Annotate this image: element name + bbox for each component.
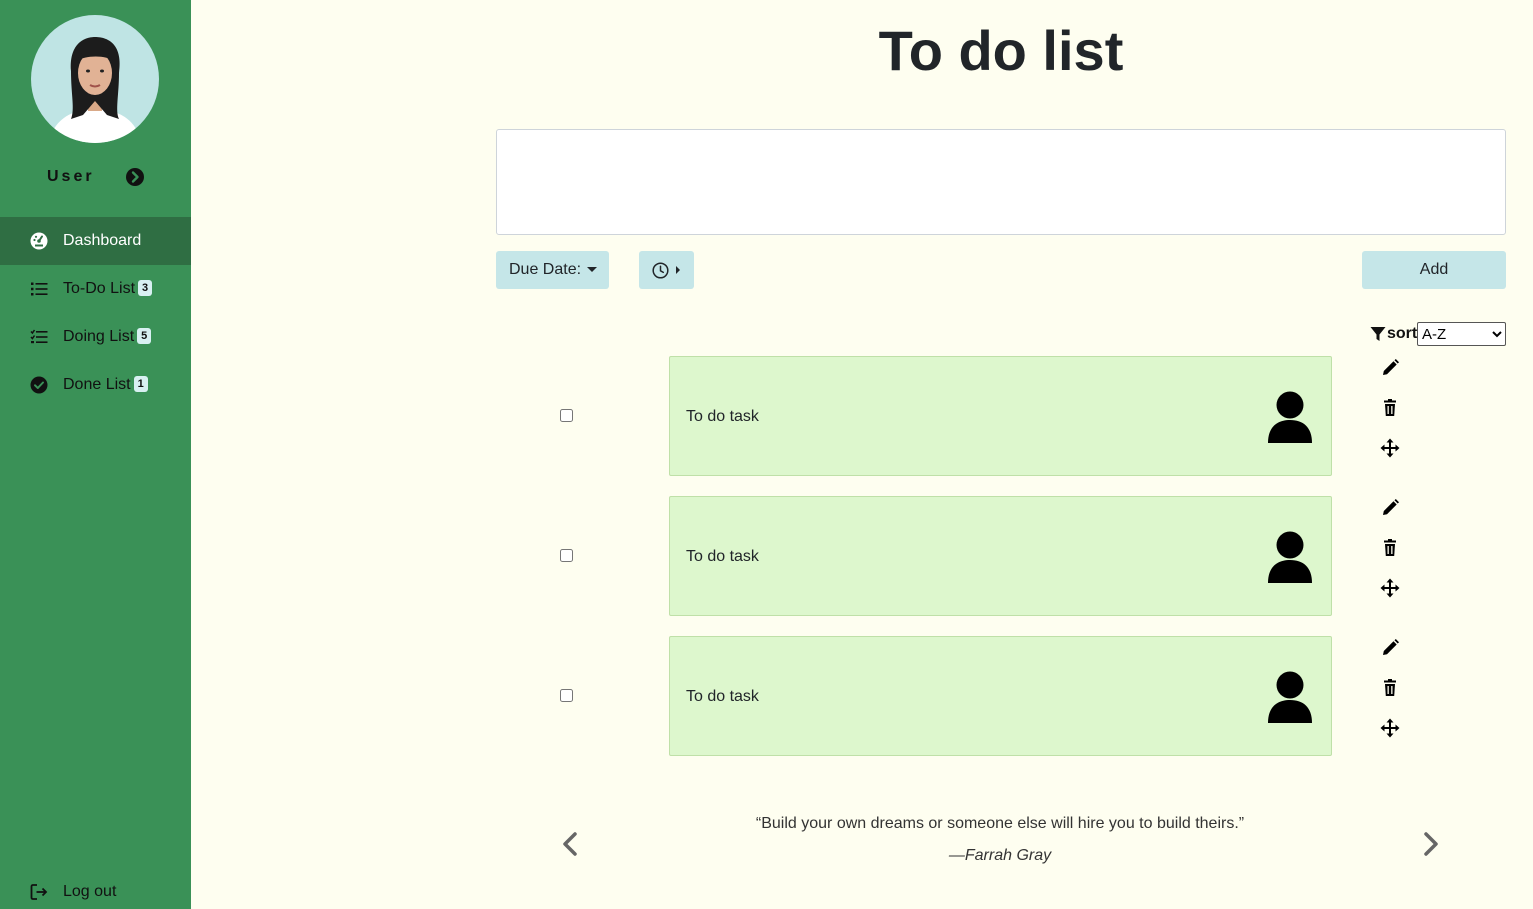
trash-icon[interactable] xyxy=(1380,538,1400,558)
pencil-icon[interactable] xyxy=(1380,358,1400,378)
quote-author: —Farrah Gray xyxy=(948,847,1052,864)
caret-down-icon xyxy=(587,267,597,272)
sidebar-item-dashboard[interactable]: Dashboard xyxy=(0,217,191,265)
clock-icon xyxy=(652,262,669,279)
logout-icon xyxy=(30,883,48,901)
user-avatar xyxy=(31,15,159,143)
carousel-prev-icon[interactable] xyxy=(559,830,583,858)
person-icon xyxy=(1267,671,1313,723)
logout-label: Log out xyxy=(63,883,117,900)
sidebar-item-label: Doing List xyxy=(63,328,135,345)
trash-icon[interactable] xyxy=(1380,678,1400,698)
due-date-label: Due Date: xyxy=(509,261,582,278)
sidebar-item-label: Done List xyxy=(63,376,131,393)
count-badge: 5 xyxy=(137,328,152,344)
filter-icon xyxy=(1370,326,1386,342)
sidebar: User Dashboard To-Do List 3 Doing List 5 D… xyxy=(0,0,191,909)
sidebar-item-doing[interactable]: Doing List 5 xyxy=(0,313,191,361)
task-row: To do task xyxy=(496,356,1506,476)
count-badge: 1 xyxy=(133,376,148,392)
dashboard-gauge-icon xyxy=(30,232,48,250)
sidebar-item-done[interactable]: Done List 1 xyxy=(0,361,191,409)
task-text: To do task xyxy=(686,548,759,565)
task-card[interactable]: To do task xyxy=(669,496,1332,616)
task-row: To do task xyxy=(496,496,1506,616)
user-name: User xyxy=(47,168,95,185)
sort-label: sort xyxy=(1387,325,1418,342)
chevron-right-circle-icon[interactable] xyxy=(126,168,144,186)
sidebar-item-label: Dashboard xyxy=(63,232,142,249)
task-text: To do task xyxy=(686,688,759,705)
task-checkbox[interactable] xyxy=(560,549,573,562)
task-row: To do task xyxy=(496,636,1506,756)
task-text: To do task xyxy=(686,408,759,425)
task-checkbox[interactable] xyxy=(560,689,573,702)
sidebar-item-todo[interactable]: To-Do List 3 xyxy=(0,265,191,313)
pencil-icon[interactable] xyxy=(1380,498,1400,518)
pencil-icon[interactable] xyxy=(1380,638,1400,658)
task-input[interactable] xyxy=(496,129,1506,235)
check-circle-icon xyxy=(30,376,48,394)
task-card[interactable]: To do task xyxy=(669,636,1332,756)
move-arrows-icon[interactable] xyxy=(1380,718,1400,738)
time-picker-button[interactable] xyxy=(639,251,694,289)
page-title: To do list xyxy=(878,19,1124,82)
checklist-icon xyxy=(30,328,48,346)
logout-button[interactable]: Log out xyxy=(0,872,191,904)
user-row: User xyxy=(0,165,191,189)
trash-icon[interactable] xyxy=(1380,398,1400,418)
list-icon xyxy=(30,280,48,298)
caret-right-icon xyxy=(676,266,680,274)
sidebar-item-label: To-Do List xyxy=(63,280,136,297)
task-card[interactable]: To do task xyxy=(669,356,1332,476)
move-arrows-icon[interactable] xyxy=(1380,438,1400,458)
due-date-dropdown[interactable]: Due Date: xyxy=(496,251,609,289)
person-icon xyxy=(1267,391,1313,443)
count-badge: 3 xyxy=(138,280,153,296)
quote-text: “Build your own dreams or someone else w… xyxy=(755,815,1245,832)
sort-select[interactable]: A-Z xyxy=(1417,322,1506,346)
add-button[interactable]: Add xyxy=(1362,251,1506,289)
carousel-next-icon[interactable] xyxy=(1418,830,1442,858)
task-checkbox[interactable] xyxy=(560,409,573,422)
move-arrows-icon[interactable] xyxy=(1380,578,1400,598)
person-icon xyxy=(1267,531,1313,583)
